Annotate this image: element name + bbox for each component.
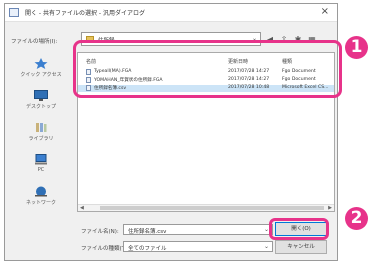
sidebar-item-library[interactable]: ライブラリ [9, 122, 73, 142]
sidebar-item-quick-access[interactable]: クイック アクセス [9, 58, 73, 78]
open-button-highlight [269, 218, 329, 240]
file-list-highlight [73, 40, 342, 98]
desktop-icon [34, 90, 48, 101]
filetype-value: 全てのファイル [128, 246, 167, 252]
filename-value: 住所録名簿.csv [128, 229, 167, 235]
pc-icon [35, 154, 47, 165]
window-title: 開く - 共有ファイルの選択 - 汎用ダイアログ [25, 10, 145, 17]
sidebar-item-pc[interactable]: PC [9, 154, 73, 173]
places-sidebar: クイック アクセス デスクトップ ライブラリ PC ネットワーク [9, 52, 73, 212]
step-badge-2: 2 [345, 207, 368, 230]
sidebar-item-network[interactable]: ネットワーク [9, 186, 73, 206]
scroll-right-icon[interactable]: ▶ [328, 205, 332, 211]
star-icon [34, 58, 48, 69]
horizontal-scrollbar[interactable]: ◀ ▶ [78, 204, 334, 211]
filetype-label: ファイルの種類(T): [81, 246, 130, 252]
library-icon [36, 123, 47, 132]
sidebar-item-desktop[interactable]: デスクトップ [9, 90, 73, 110]
filename-input[interactable]: 住所録名簿.csv ⌄ [123, 224, 273, 235]
cancel-button[interactable]: キャンセル [275, 240, 327, 254]
step-badge-1: 1 [345, 36, 368, 59]
filetype-select[interactable]: 全てのファイル ⌄ [123, 241, 273, 252]
scroll-thumb[interactable] [100, 206, 324, 210]
location-label: ファイルの場所(I): [11, 39, 58, 45]
filename-label: ファイル名(N): [81, 229, 119, 235]
title-bar: 開く - 共有ファイルの選択 - 汎用ダイアログ × [5, 4, 337, 22]
network-icon [35, 186, 47, 197]
close-icon[interactable]: × [321, 6, 329, 17]
window-icon [9, 8, 19, 17]
chevron-down-icon[interactable]: ⌄ [264, 243, 269, 250]
scroll-left-icon[interactable]: ◀ [80, 205, 84, 211]
